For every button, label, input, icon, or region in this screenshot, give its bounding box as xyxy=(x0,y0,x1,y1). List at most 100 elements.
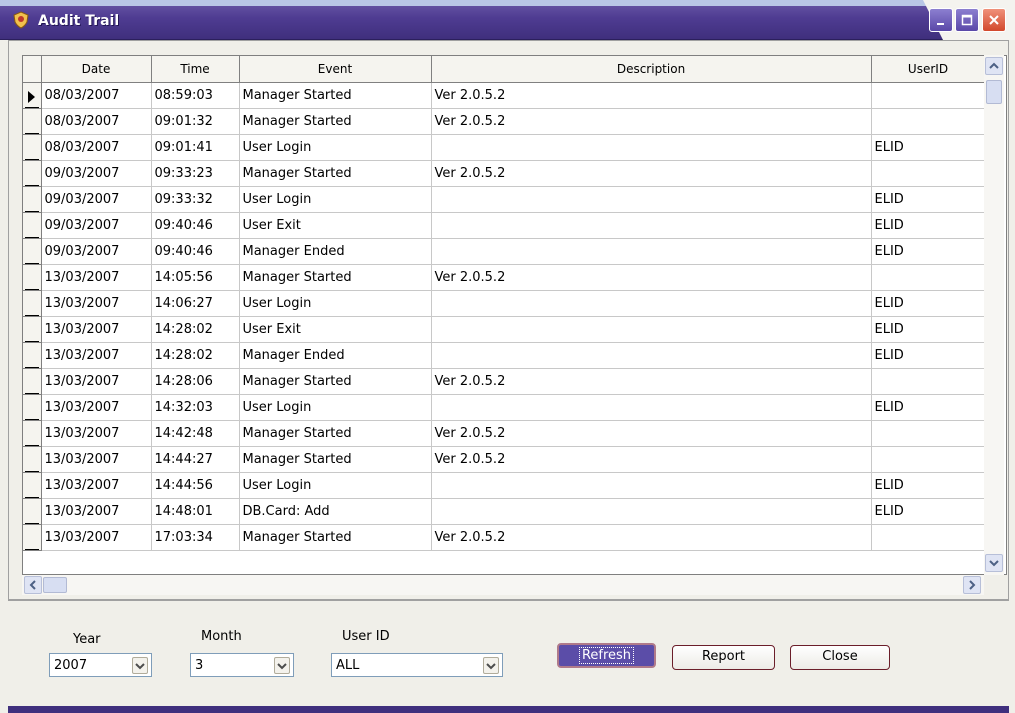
row-indicator[interactable] xyxy=(23,264,42,291)
cell-event[interactable]: User Login xyxy=(239,394,432,421)
cell-date[interactable]: 09/03/2007 xyxy=(41,186,152,213)
column-header-description[interactable]: Description xyxy=(431,56,872,83)
cell-time[interactable]: 14:44:27 xyxy=(151,446,240,473)
table-row[interactable]: 09/03/2007 09:33:23 Manager Started Ver … xyxy=(23,160,986,187)
cell-description[interactable] xyxy=(431,498,872,525)
cell-userid[interactable]: ELID xyxy=(871,134,986,161)
table-row[interactable]: 13/03/2007 14:48:01 DB.Card: Add ELID xyxy=(23,498,986,525)
cell-userid[interactable] xyxy=(871,82,986,109)
cell-date[interactable]: 13/03/2007 xyxy=(41,368,152,395)
cell-event[interactable]: User Exit xyxy=(239,316,432,343)
cell-userid[interactable] xyxy=(871,160,986,187)
horizontal-scrollbar[interactable] xyxy=(22,575,984,595)
cell-description[interactable] xyxy=(431,238,872,265)
cell-description[interactable]: Ver 2.0.5.2 xyxy=(431,446,872,473)
row-indicator[interactable] xyxy=(23,108,42,135)
cell-time[interactable]: 09:01:32 xyxy=(151,108,240,135)
cell-time[interactable]: 09:40:46 xyxy=(151,238,240,265)
cell-date[interactable]: 08/03/2007 xyxy=(41,82,152,109)
cell-userid[interactable]: ELID xyxy=(871,394,986,421)
month-select[interactable]: 3 xyxy=(190,653,294,677)
row-indicator[interactable] xyxy=(23,290,42,317)
userid-select[interactable]: ALL xyxy=(331,653,503,677)
row-indicator[interactable] xyxy=(23,186,42,213)
cell-event[interactable]: Manager Started xyxy=(239,368,432,395)
cell-description[interactable]: Ver 2.0.5.2 xyxy=(431,82,872,109)
cell-time[interactable]: 14:05:56 xyxy=(151,264,240,291)
cell-userid[interactable]: ELID xyxy=(871,342,986,369)
cell-date[interactable]: 08/03/2007 xyxy=(41,134,152,161)
cell-description[interactable]: Ver 2.0.5.2 xyxy=(431,524,872,551)
audit-grid[interactable]: Date Time Event Description UserID 08/03… xyxy=(22,55,1007,575)
cell-userid[interactable]: ELID xyxy=(871,212,986,239)
cell-userid[interactable]: ELID xyxy=(871,316,986,343)
table-row[interactable]: 13/03/2007 14:28:02 User Exit ELID xyxy=(23,316,986,343)
cell-userid[interactable]: ELID xyxy=(871,238,986,265)
table-row[interactable]: 09/03/2007 09:40:46 Manager Ended ELID xyxy=(23,238,986,265)
cell-description[interactable]: Ver 2.0.5.2 xyxy=(431,264,872,291)
title-bar[interactable]: Audit Trail xyxy=(0,0,1015,40)
cell-time[interactable]: 09:01:41 xyxy=(151,134,240,161)
table-row[interactable]: 08/03/2007 09:01:32 Manager Started Ver … xyxy=(23,108,986,135)
cell-description[interactable]: Ver 2.0.5.2 xyxy=(431,108,872,135)
maximize-button[interactable] xyxy=(955,8,979,32)
cell-event[interactable]: DB.Card: Add xyxy=(239,498,432,525)
shield-icon[interactable] xyxy=(12,11,30,29)
cell-date[interactable]: 08/03/2007 xyxy=(41,108,152,135)
table-row[interactable]: 08/03/2007 09:01:41 User Login ELID xyxy=(23,134,986,161)
cell-date[interactable]: 09/03/2007 xyxy=(41,160,152,187)
cell-date[interactable]: 09/03/2007 xyxy=(41,238,152,265)
cell-description[interactable] xyxy=(431,394,872,421)
cell-time[interactable]: 08:59:03 xyxy=(151,82,240,109)
table-row[interactable]: 13/03/2007 14:05:56 Manager Started Ver … xyxy=(23,264,986,291)
table-row[interactable]: 09/03/2007 09:33:32 User Login ELID xyxy=(23,186,986,213)
cell-event[interactable]: Manager Started xyxy=(239,160,432,187)
cell-time[interactable]: 14:06:27 xyxy=(151,290,240,317)
column-header-date[interactable]: Date xyxy=(41,56,152,83)
scroll-up-button[interactable] xyxy=(985,57,1003,75)
cell-time[interactable]: 14:42:48 xyxy=(151,420,240,447)
cell-time[interactable]: 14:44:56 xyxy=(151,472,240,499)
userid-dropdown-button[interactable] xyxy=(483,657,499,674)
scroll-down-button[interactable] xyxy=(985,554,1003,572)
row-indicator[interactable] xyxy=(23,212,42,239)
cell-event[interactable]: Manager Started xyxy=(239,108,432,135)
cell-date[interactable]: 13/03/2007 xyxy=(41,446,152,473)
cell-event[interactable]: User Login xyxy=(239,134,432,161)
table-row[interactable]: 13/03/2007 14:42:48 Manager Started Ver … xyxy=(23,420,986,447)
cell-time[interactable]: 09:40:46 xyxy=(151,212,240,239)
cell-event[interactable]: User Login xyxy=(239,186,432,213)
cell-description[interactable] xyxy=(431,212,872,239)
table-row[interactable]: 13/03/2007 14:28:06 Manager Started Ver … xyxy=(23,368,986,395)
cell-time[interactable]: 14:32:03 xyxy=(151,394,240,421)
cell-time[interactable]: 14:28:06 xyxy=(151,368,240,395)
cell-userid[interactable] xyxy=(871,368,986,395)
report-button[interactable]: Report xyxy=(672,645,775,670)
cell-description[interactable] xyxy=(431,290,872,317)
cell-date[interactable]: 13/03/2007 xyxy=(41,264,152,291)
cell-userid[interactable] xyxy=(871,264,986,291)
cell-time[interactable]: 14:28:02 xyxy=(151,342,240,369)
minimize-button[interactable] xyxy=(929,8,953,32)
cell-description[interactable] xyxy=(431,316,872,343)
cell-description[interactable] xyxy=(431,134,872,161)
cell-date[interactable]: 13/03/2007 xyxy=(41,498,152,525)
vertical-scroll-thumb[interactable] xyxy=(986,80,1002,104)
cell-description[interactable]: Ver 2.0.5.2 xyxy=(431,368,872,395)
cell-userid[interactable] xyxy=(871,108,986,135)
row-indicator[interactable] xyxy=(23,446,42,473)
cell-time[interactable]: 14:48:01 xyxy=(151,498,240,525)
cell-time[interactable]: 17:03:34 xyxy=(151,524,240,551)
cell-event[interactable]: User Exit xyxy=(239,212,432,239)
refresh-button[interactable]: Refresh xyxy=(557,643,656,668)
cell-event[interactable]: Manager Started xyxy=(239,82,432,109)
table-row[interactable]: 13/03/2007 14:06:27 User Login ELID xyxy=(23,290,986,317)
cell-date[interactable]: 09/03/2007 xyxy=(41,212,152,239)
row-indicator[interactable] xyxy=(23,368,42,395)
row-indicator[interactable] xyxy=(23,134,42,161)
cell-time[interactable]: 09:33:32 xyxy=(151,186,240,213)
row-indicator[interactable] xyxy=(23,394,42,421)
cell-event[interactable]: User Login xyxy=(239,472,432,499)
table-row[interactable]: 13/03/2007 17:03:34 Manager Started Ver … xyxy=(23,524,986,551)
cell-description[interactable] xyxy=(431,472,872,499)
